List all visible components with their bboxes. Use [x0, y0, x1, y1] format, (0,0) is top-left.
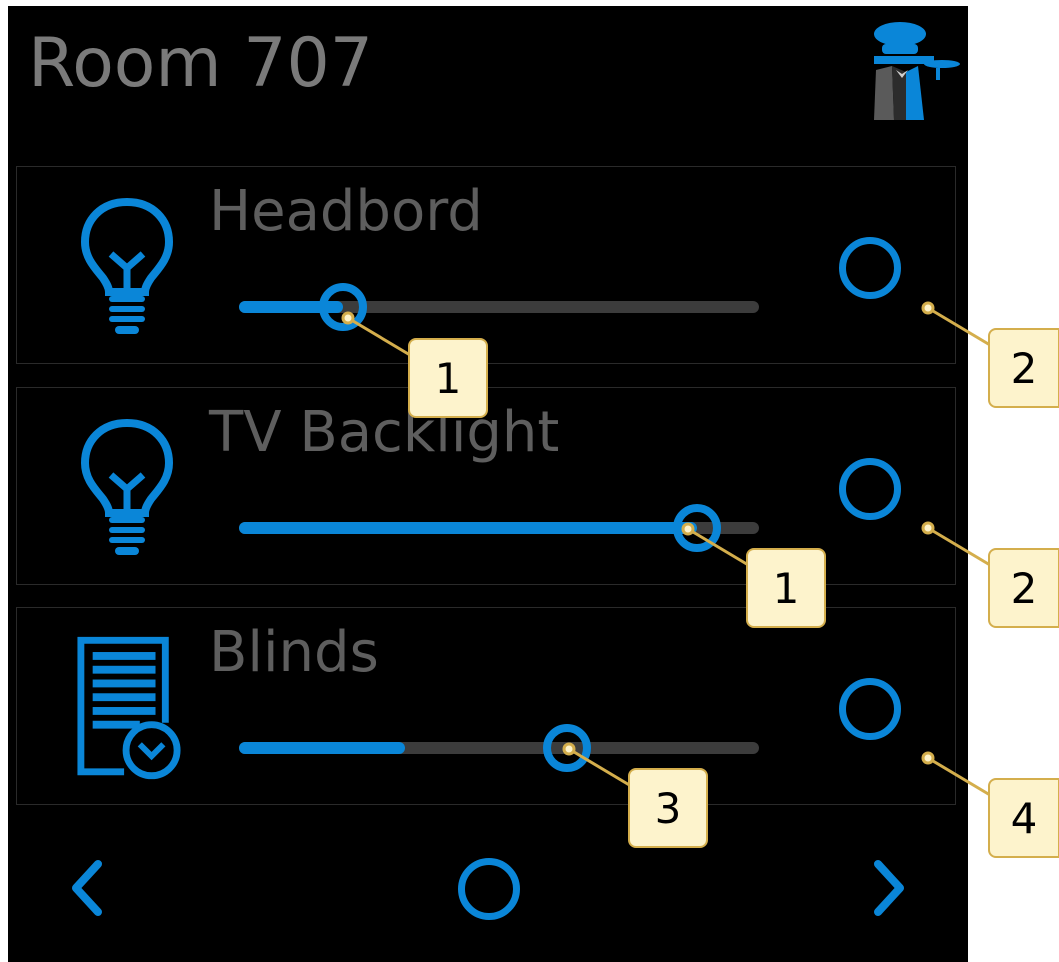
lightbulb-icon	[80, 418, 174, 555]
lightbulb-icon	[80, 197, 174, 334]
chevron-right-icon[interactable]	[870, 858, 910, 918]
dimmer-slider[interactable]	[239, 504, 759, 552]
circle-icon[interactable]	[458, 858, 520, 920]
device-panel-blinds: Blinds	[16, 607, 956, 805]
slider-thumb[interactable]	[672, 504, 721, 552]
device-label: TV Backlight	[209, 400, 560, 465]
callout-badge: 2	[988, 548, 1059, 628]
slider-thumb[interactable]	[319, 283, 367, 331]
toggle-button[interactable]	[839, 458, 901, 520]
toggle-button[interactable]	[839, 678, 901, 740]
page-title: Room 707	[28, 24, 374, 103]
callout-badge: 3	[628, 768, 708, 848]
device-panel-headbord: Headbord	[16, 166, 956, 364]
toggle-button[interactable]	[839, 237, 901, 299]
callout-badge: 1	[408, 338, 488, 418]
butler-icon	[874, 22, 960, 120]
callout-badge: 1	[746, 548, 826, 628]
dimmer-slider[interactable]	[239, 283, 759, 331]
device-label: Blinds	[209, 620, 379, 685]
blinds-icon	[77, 636, 181, 780]
callout-badge: 4	[988, 778, 1059, 858]
touch-panel-screen: Room 707 Headbord TV Backlight Blinds	[8, 6, 968, 962]
slider-fill	[239, 742, 406, 754]
callout-badge: 2	[988, 328, 1059, 408]
slider-fill	[239, 522, 697, 534]
chevron-left-icon[interactable]	[66, 858, 106, 918]
device-label: Headbord	[209, 179, 483, 244]
position-slider[interactable]	[239, 724, 759, 772]
slider-thumb[interactable]	[542, 724, 591, 772]
